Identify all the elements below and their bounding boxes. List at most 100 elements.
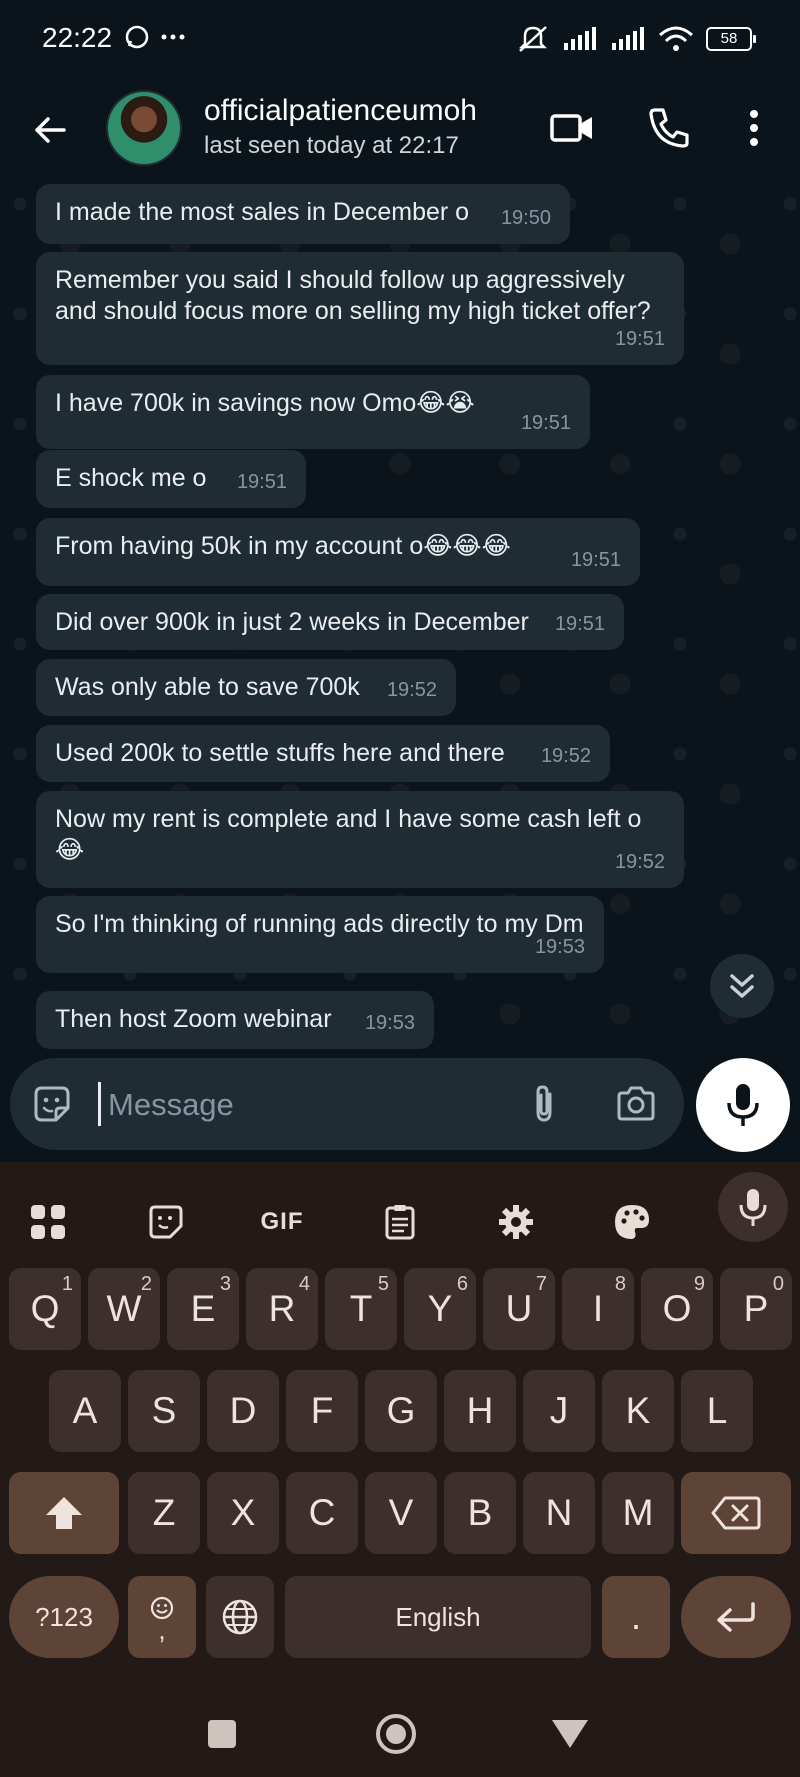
recents-square-icon[interactable] [200,1712,244,1756]
key-hint: 5 [377,1273,389,1295]
voice-typing-button[interactable] [718,1172,788,1242]
key-j[interactable]: J [523,1370,595,1452]
key-k[interactable]: K [602,1370,674,1452]
battery-icon: 58 [706,27,756,51]
message-text: Remember you said I should follow up agg… [55,266,651,325]
status-time: 22:22 [42,22,113,53]
key-h[interactable]: H [444,1370,516,1452]
enter-arrow-icon [717,1602,755,1632]
space-bar[interactable]: English [285,1576,591,1658]
key-q[interactable]: Q1 [9,1268,81,1350]
scroll-to-bottom-button[interactable] [710,954,774,1018]
key-hint: 2 [140,1273,152,1295]
key-a[interactable]: A [49,1370,121,1452]
emoji-comma-key[interactable]: , [128,1576,196,1658]
keyboard-sticker-button[interactable] [140,1200,192,1244]
overflow-menu-icon[interactable] [730,104,778,152]
contact-name[interactable]: officialpatienceumoh [204,94,477,128]
key-p[interactable]: P0 [720,1268,792,1350]
home-circle-icon[interactable] [374,1712,418,1756]
message-bubble[interactable]: I made the most sales in December o 19:5… [36,184,570,244]
key-w[interactable]: W2 [88,1268,160,1350]
key-z[interactable]: Z [128,1472,200,1554]
palette-icon [615,1205,649,1239]
microphone-icon [727,1084,759,1126]
shift-key[interactable] [9,1472,119,1554]
message-time: 19:51 [614,328,665,350]
key-hint: 8 [614,1273,626,1295]
message-text: Now my rent is complete and I have some … [55,805,642,864]
message-bubble[interactable]: Remember you said I should follow up agg… [36,252,684,365]
message-input[interactable] [106,1058,440,1152]
key-label: O [662,1288,692,1329]
message-text: From having 50k in my account o😂😂😂 [55,532,511,560]
key-s[interactable]: S [128,1370,200,1452]
keyboard-theme-button[interactable] [606,1200,658,1244]
message-bubble[interactable]: I have 700k in savings now Omo😂😭 19:51 [36,375,590,449]
keyboard-clipboard-button[interactable] [374,1200,426,1244]
message-bubble[interactable]: Used 200k to settle stuffs here and ther… [36,725,610,782]
message-text: Did over 900k in just 2 weeks in Decembe… [55,608,529,636]
key-n[interactable]: N [523,1472,595,1554]
key-l[interactable]: L [681,1370,753,1452]
key-c[interactable]: C [286,1472,358,1554]
key-x[interactable]: X [207,1472,279,1554]
message-bubble[interactable]: Was only able to save 700k 19:52 [36,659,456,716]
signal-icon [612,27,644,50]
symbols-key[interactable]: ?123 [9,1576,119,1658]
keyboard-apps-button[interactable] [22,1200,74,1244]
key-d[interactable]: D [207,1370,279,1452]
key-label: W [106,1288,142,1329]
back-triangle-icon[interactable] [548,1712,592,1756]
language-key[interactable] [206,1576,274,1658]
chat-header: officialpatienceumoh last seen today at … [0,80,800,184]
message-time: 19:53 [364,1012,415,1034]
key-m[interactable]: M [602,1472,674,1554]
message-bubble[interactable]: Now my rent is complete and I have some … [36,791,684,888]
key-e[interactable]: E3 [167,1268,239,1350]
message-bubble[interactable]: So I'm thinking of running ads directly … [36,896,604,973]
globe-icon [222,1599,258,1635]
backspace-key[interactable] [681,1472,791,1554]
key-hint: 4 [298,1273,310,1295]
key-v[interactable]: V [365,1472,437,1554]
backspace-icon [711,1496,761,1530]
keyboard-gif-button[interactable]: GIF [256,1200,308,1244]
sticker-emoji-icon[interactable] [30,1082,74,1126]
message-list[interactable]: I made the most sales in December o 19:5… [0,184,800,1054]
message-text: Then host Zoom webinar [55,1005,332,1033]
key-i[interactable]: I8 [562,1268,634,1350]
period-key[interactable]: . [602,1576,670,1658]
key-label: U [505,1288,533,1329]
key-f[interactable]: F [286,1370,358,1452]
microphone-icon [739,1189,767,1226]
message-bubble[interactable]: E shock me o 19:51 [36,450,306,508]
message-text: Used 200k to settle stuffs here and ther… [55,739,505,767]
keyboard-settings-button[interactable] [490,1200,542,1244]
attachment-icon[interactable] [522,1082,566,1126]
camera-icon[interactable] [614,1082,658,1126]
message-bubble[interactable]: Then host Zoom webinar 19:53 [36,991,434,1049]
avatar[interactable] [106,90,182,166]
message-bubble[interactable]: Did over 900k in just 2 weeks in Decembe… [36,594,624,650]
key-u[interactable]: U7 [483,1268,555,1350]
message-time: 19:52 [386,679,437,701]
key-y[interactable]: Y6 [404,1268,476,1350]
key-o[interactable]: O9 [641,1268,713,1350]
key-g[interactable]: G [365,1370,437,1452]
status-bar: 22:22 58 [0,0,800,80]
key-t[interactable]: T5 [325,1268,397,1350]
video-call-icon[interactable] [548,104,596,152]
enter-key[interactable] [681,1576,791,1658]
back-arrow-icon[interactable] [28,108,72,152]
key-r[interactable]: R4 [246,1268,318,1350]
clipboard-icon [385,1205,415,1240]
signal-icon [564,27,596,50]
voice-message-button[interactable] [696,1058,790,1152]
key-b[interactable]: B [444,1472,516,1554]
key-label: Q [30,1288,60,1329]
keyboard: GIF Q1 W2 E3 R4 T5 Y6 U7 I8 O9 P0 A S D … [0,1162,800,1692]
message-bubble[interactable]: From having 50k in my account o😂😂😂 19:51 [36,518,640,586]
voice-call-icon[interactable] [645,104,693,152]
message-time: 19:52 [614,851,665,873]
